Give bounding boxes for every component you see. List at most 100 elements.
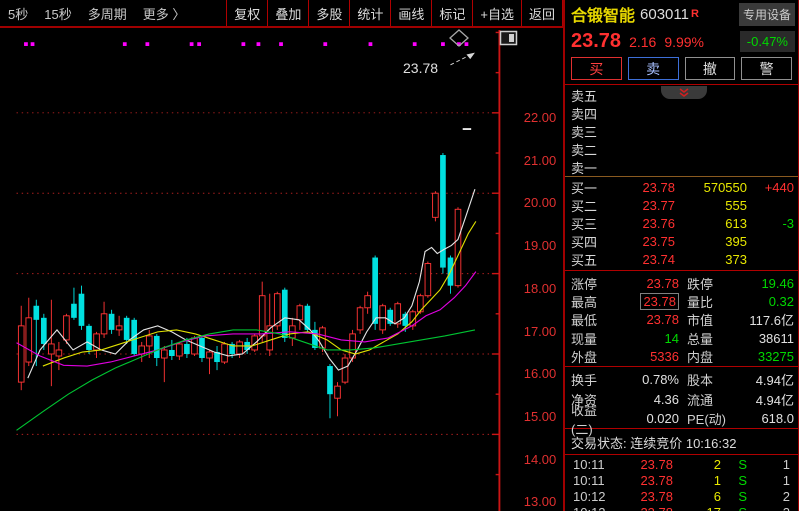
candle-body-up [334, 385, 341, 399]
candle-body-up [356, 307, 364, 331]
chart-tools: 复权 叠加 多股 统计 画线 标记 +自选 返回 [226, 0, 563, 26]
bid-label: 买三 [571, 216, 598, 232]
tick-volume: 1 [713, 472, 721, 488]
candle-body-up [191, 337, 198, 355]
bid-delta: +440 [764, 179, 794, 195]
restore-window-icon[interactable] [499, 29, 519, 47]
collapse-tab[interactable] [661, 86, 707, 99]
stat-label: 流通 [687, 392, 714, 408]
stat-value: 0.32 [768, 294, 794, 310]
buy-button[interactable]: 买 [571, 57, 622, 80]
toolbar-button-3[interactable]: 统计 [349, 0, 390, 26]
kline-chart[interactable]: 22.00 21.00 20.00 19.00 18.00 17.00 16.00 15.00… [0, 29, 563, 511]
bid-price: 23.74 [642, 252, 675, 268]
candle-body-down [372, 257, 378, 324]
period-tab-0[interactable]: 5秒 [8, 4, 28, 23]
industry-badge[interactable]: 专用设备 [738, 2, 795, 26]
signal-dot [24, 42, 28, 47]
y-axis-label: 21.00 [523, 152, 557, 168]
stat-value: 38611 [758, 330, 794, 346]
cancel-button[interactable]: 撤 [684, 57, 736, 80]
stock-name: 合锻智能 [571, 8, 636, 25]
candle-body-up [273, 293, 281, 327]
stat-label: 最低 [571, 313, 598, 329]
candle-body-down [153, 335, 160, 359]
signal-dot [145, 42, 150, 47]
y-axis-label: 18.00 [523, 280, 557, 296]
stat-value: 19.46 [761, 275, 794, 291]
ask-label: 卖一 [571, 161, 598, 177]
tick-row: 10:12 23.78 6 S 2 [565, 488, 798, 504]
stat-value: 4.94亿 [755, 373, 794, 389]
bid-row: 买三 23.76 613 -3 [565, 214, 798, 232]
period-tab-3[interactable]: 更多 〉 [143, 4, 186, 23]
bid-row: 买二 23.77 555 [565, 196, 798, 214]
signal-dot [323, 42, 328, 47]
tick-side: S [738, 456, 747, 472]
candle-body-up [176, 343, 183, 357]
y-axis-label: 16.00 [523, 366, 557, 382]
bid-row: 买五 23.74 373 [565, 251, 798, 269]
ask-label: 卖三 [571, 124, 598, 140]
bid-delta: -3 [782, 215, 794, 231]
signal-dot [189, 42, 194, 47]
diamond-marker-icon [449, 29, 469, 47]
bid-volume: 555 [725, 197, 747, 213]
stat-row: 最高 23.78 量比 0.32 [565, 292, 798, 310]
price-change: 2.16 [629, 33, 657, 50]
period-tab-2[interactable]: 多周期 [88, 4, 127, 23]
toolbar-button-1[interactable]: 叠加 [267, 0, 308, 26]
ask-label: 卖五 [571, 88, 598, 104]
candlestick-plot[interactable] [0, 30, 563, 511]
tick-price: 23.78 [640, 456, 673, 472]
candle-body-up [221, 343, 228, 363]
stat-value: 23.78 [646, 312, 679, 328]
tick-row: 10:1223.7817S2 [565, 504, 798, 511]
tick-volume: 2 [713, 456, 721, 472]
y-axis-label: 19.00 [523, 238, 557, 254]
toolbar-button-6[interactable]: +自选 [472, 0, 521, 26]
candle-body-down [41, 317, 47, 344]
toolbar-button-0[interactable]: 复权 [226, 0, 267, 26]
signal-dot [279, 42, 283, 47]
toolbar-button-7[interactable]: 返回 [520, 0, 563, 26]
toolbar-button-5[interactable]: 标记 [431, 0, 472, 26]
bid-price: 23.75 [642, 234, 675, 250]
sell-button[interactable]: 卖 [627, 57, 679, 80]
tick-time: 10:12 [573, 488, 606, 504]
candle-body-up [432, 192, 439, 218]
toolbar-button-2[interactable]: 多股 [308, 0, 349, 26]
stats-block-1: 涨停 23.78 跌停 19.46 最高 23.78 量比 0.32 最低 23.78 市值 117.… [565, 272, 798, 367]
margin-flag: R [690, 8, 699, 20]
candle-body-up [17, 325, 25, 383]
signal-dot [441, 42, 445, 47]
period-tabs: 5秒 15秒 多周期 更多 〉 [0, 4, 185, 23]
bid-row: 买一 23.78 570550 +440 [565, 178, 798, 196]
bid-volume: 613 [725, 215, 747, 231]
toolbar-button-4[interactable]: 画线 [390, 0, 431, 26]
tick-side: S [738, 488, 747, 504]
candle-body-down [86, 325, 92, 350]
tick-count: 1 [782, 456, 790, 472]
y-axis-label: 22.00 [523, 110, 557, 125]
period-tab-1[interactable]: 15秒 [44, 4, 71, 23]
stat-row: 涨停 23.78 跌停 19.46 [565, 274, 798, 292]
candle-body-up [236, 341, 243, 355]
tick-time: 10:12 [573, 505, 615, 511]
tick-price: 23.78 [640, 472, 673, 488]
candle-body-up [364, 295, 371, 309]
candle-body-down [169, 349, 175, 357]
candle-body-up [258, 295, 266, 337]
signal-dot [256, 42, 261, 47]
signal-dot [122, 42, 127, 47]
stat-value: 117.6亿 [749, 313, 794, 329]
alert-button[interactable]: 警 [741, 57, 792, 80]
price-change-pct: 9.99% [664, 33, 705, 50]
time-and-sales[interactable]: 10:1123.782S110:1123.781S110:1223.786S21… [565, 456, 798, 511]
bid-label: 买五 [571, 253, 598, 269]
candle-body-down [108, 313, 115, 330]
candle-body-down [33, 305, 40, 320]
candle-body-down [78, 293, 85, 326]
candle-body-up [25, 317, 33, 363]
candle-body-up [138, 345, 146, 355]
